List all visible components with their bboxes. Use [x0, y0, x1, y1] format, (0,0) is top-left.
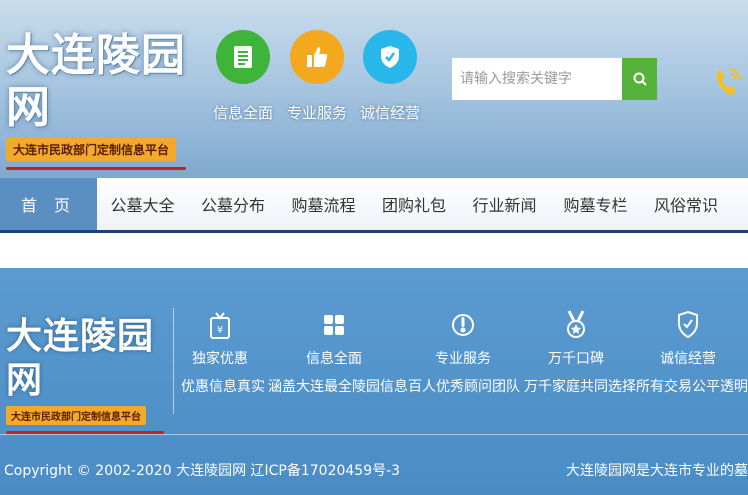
thermometer-icon [408, 308, 518, 342]
site-intro-text: 大连陵园网是大连市专业的墓 [566, 463, 748, 479]
nav-item-cemetery-list[interactable]: 公墓大全 [97, 178, 188, 230]
gift-icon: ¥ [181, 308, 259, 342]
footer-feature-title: 万千口碑 [548, 351, 604, 367]
copyright-text: Copyright © 2002-2020 大连陵园网 辽ICP备1702045… [4, 463, 401, 479]
footer-feature-desc: 优惠信息真实 [181, 379, 265, 395]
footer-separator [0, 434, 748, 435]
nav-item-industry-news[interactable]: 行业新闻 [459, 178, 550, 230]
search-input[interactable] [452, 58, 622, 100]
footer-divider [173, 308, 174, 414]
search-button[interactable] [622, 58, 657, 100]
list-icon [216, 30, 270, 84]
footer-feature-desc: 涵盖大连最全陵园信息 [268, 379, 408, 395]
medal-icon [524, 308, 628, 342]
logo-underline [6, 167, 186, 170]
footer-feature-title: 诚信经营 [660, 351, 716, 367]
logo-title: 大连陵园网 [6, 30, 186, 133]
logo-title: 大连陵园网 [6, 315, 155, 401]
nav-item-purchase-process[interactable]: 购墓流程 [278, 178, 369, 230]
grid-icon [268, 308, 400, 342]
main-nav: 首 页 公墓大全 公墓分布 购墓流程 团购礼包 行业新闻 购墓专栏 风俗常识 [0, 178, 748, 233]
footer-feature-desc: 万千家庭共同选择 [524, 379, 636, 395]
feature-label: 信息全面 [212, 104, 273, 122]
thumbs-up-icon [290, 30, 344, 84]
site-footer: 大连陵园网 大连市民政部门定制信息平台 ¥ 独家优惠 优惠信息真实 信息全面 涵… [0, 268, 748, 495]
nav-item-group-package[interactable]: 团购礼包 [369, 178, 459, 230]
shield-icon [363, 30, 417, 84]
footer-logo[interactable]: 大连陵园网 大连市民政部门定制信息平台 [6, 314, 166, 434]
site-logo[interactable]: 大连陵园网 大连市民政部门定制信息平台 [6, 30, 196, 170]
phone-icon[interactable] [712, 66, 742, 104]
nav-item-customs[interactable]: 风俗常识 [641, 178, 731, 230]
footer-feature-desc: 所有交易公平透明 [636, 379, 748, 395]
feature-info-complete[interactable]: 信息全面 [205, 30, 281, 123]
footer-feature-title: 信息全面 [306, 351, 362, 367]
feature-label: 专业服务 [286, 104, 347, 122]
footer-feature-desc: 百人优秀顾问团队 [408, 379, 520, 395]
logo-subtitle: 大连市民政部门定制信息平台 [6, 138, 177, 161]
search-icon [633, 72, 647, 86]
footer-feature-title: 独家优惠 [192, 351, 248, 367]
svg-text:¥: ¥ [217, 325, 223, 336]
logo-subtitle: 大连市民政部门定制信息平台 [6, 406, 146, 425]
feature-professional-service[interactable]: 专业服务 [279, 30, 355, 123]
nav-item-cemetery-map[interactable]: 公墓分布 [188, 178, 278, 230]
nav-item-home[interactable]: 首 页 [0, 178, 97, 230]
feature-honest-operation[interactable]: 诚信经营 [352, 30, 428, 123]
footer-feature-professional-service: 专业服务 百人优秀顾问团队 [408, 308, 520, 396]
footer-feature-title: 专业服务 [435, 351, 491, 367]
search-bar [452, 58, 657, 100]
site-header: 大连陵园网 大连市民政部门定制信息平台 信息全面 专业服务 诚信经营 请输入搜索… [0, 0, 748, 178]
feature-label: 诚信经营 [359, 104, 420, 122]
footer-feature-honest-operation: 诚信经营 所有交易公平透明 [636, 308, 748, 396]
footer-feature-reputation: 万千口碑 万千家庭共同选择 [524, 308, 636, 396]
footer-feature-info-complete: 信息全面 涵盖大连最全陵园信息 [268, 308, 408, 396]
footer-feature-exclusive-discount: ¥ 独家优惠 优惠信息真实 [181, 308, 265, 396]
nav-item-purchase-column[interactable]: 购墓专栏 [550, 178, 641, 230]
shield-icon [636, 308, 740, 342]
